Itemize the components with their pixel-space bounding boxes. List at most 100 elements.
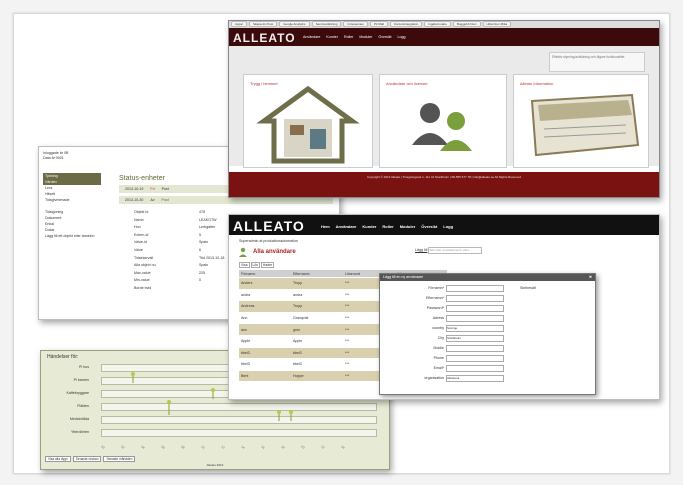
- card-trygg-i-hemmet[interactable]: Trygg i hemmet: [243, 74, 373, 168]
- table-cell: Hoppe: [291, 370, 343, 383]
- field-label: Objekt Id: [134, 210, 149, 214]
- date-flag: Av: [150, 198, 155, 202]
- menu-item[interactable]: Hem: [321, 224, 330, 229]
- screen-preview-icon: [530, 93, 640, 157]
- menu-item[interactable]: Kunder: [326, 35, 338, 39]
- add-link-label[interactable]: Lägg till: [415, 248, 427, 252]
- field-value[interactable]: Lerbgatter: [199, 224, 224, 232]
- event-marker: [289, 410, 293, 414]
- menu-item[interactable]: Översikt: [421, 224, 437, 229]
- card-alleato-information[interactable]: Alleato Information: [513, 74, 649, 168]
- menu-item[interactable]: Moduler: [400, 224, 416, 229]
- bookmark[interactable]: Intressenten: [343, 21, 368, 27]
- field-label: Namn: [134, 217, 144, 222]
- dashboard-body: Effektiv styrning/avbildning och tågare …: [229, 46, 659, 168]
- browser-bookmarks-bar: Appar Skapa din Post Google Analytics Samma…: [229, 21, 659, 28]
- menu-item[interactable]: Användare: [336, 224, 357, 229]
- filter-button[interactable]: Senaste månaden: [103, 456, 136, 462]
- add-user-modal: Lägg till en ny användare ✖ Skribesält Fö…: [379, 273, 596, 395]
- field-value[interactable]: LEAKGTW: [199, 217, 224, 225]
- bookmark[interactable]: Hitta Dom Mitta: [482, 21, 512, 27]
- add-user-link[interactable]: Lägg till Sök efter användarnamn eller..…: [415, 247, 483, 254]
- date-flag: Fri: [150, 187, 155, 191]
- data-line: Data är 0001: [43, 156, 64, 160]
- bookmark[interactable]: Ingaformulare: [424, 21, 451, 27]
- field-label: organisation: [424, 376, 444, 380]
- menu-item[interactable]: Roller: [344, 35, 353, 39]
- table-cell: bbel3: [239, 358, 291, 371]
- filter-tab[interactable]: Hader: [260, 262, 275, 268]
- alleato-logo[interactable]: ALLEATO: [233, 218, 305, 234]
- column-header[interactable]: Efternamn: [291, 270, 343, 278]
- table-cell: Andreas: [239, 300, 291, 313]
- house-icon: [256, 85, 360, 164]
- column-header[interactable]: Förnamn: [239, 270, 291, 278]
- field-value: 6: [199, 247, 201, 252]
- email-field[interactable]: [446, 365, 504, 372]
- card-anvandare-och-licenser[interactable]: Användare och licenser: [379, 74, 507, 168]
- filter-button[interactable]: Visa alla dygn: [45, 456, 71, 462]
- menu-item[interactable]: Översikt: [378, 35, 391, 39]
- field-label: Borde bvid: [134, 285, 152, 290]
- bookmark[interactable]: Google Analytics: [279, 21, 310, 27]
- search-input[interactable]: Sök efter användarnamn eller...: [428, 247, 483, 254]
- svg-text:22: 22: [320, 445, 325, 450]
- bookmark[interactable]: Skapa din Post: [249, 21, 278, 27]
- password-field[interactable]: [446, 305, 504, 312]
- svg-text:06: 06: [160, 445, 165, 450]
- menu-item[interactable]: Logg: [443, 224, 453, 229]
- field-label: Phone: [433, 356, 444, 360]
- field-value[interactable]: Spain: [199, 239, 224, 247]
- filter-tabs: Visa Lös Hader: [239, 262, 275, 268]
- menu-item[interactable]: Användare: [303, 35, 320, 39]
- country-select[interactable]: Sverige: [446, 325, 504, 332]
- svg-text:10: 10: [200, 445, 205, 450]
- menu-item[interactable]: Roller: [382, 224, 393, 229]
- city-select[interactable]: Stockholm: [446, 335, 504, 342]
- field-label: Value-id: [134, 240, 147, 245]
- table-cell: Ann: [239, 312, 291, 325]
- table-cell: Apple: [291, 335, 343, 348]
- date-value: 2013-10-30: [125, 198, 144, 202]
- lastname-field[interactable]: [446, 295, 504, 302]
- field-label: Hon: [134, 225, 141, 230]
- table-cell: ann: [239, 323, 291, 336]
- bookmark[interactable]: P2 Mall: [369, 21, 388, 27]
- svg-text:02: 02: [120, 445, 125, 450]
- alleato-logo[interactable]: ALLEATO: [233, 31, 296, 45]
- date-value: 2013-10-19: [125, 187, 144, 191]
- sidebar-item[interactable]: Lägg till ett objekt eller tamelon: [43, 233, 101, 239]
- field-value: 225: [199, 270, 205, 275]
- menu-item[interactable]: Kunder: [362, 224, 376, 229]
- field-label: Max-value: [134, 270, 151, 275]
- bookmark[interactable]: Kontorsintegration: [389, 21, 423, 27]
- field-label: Email*: [433, 366, 444, 370]
- menu-item[interactable]: Logg: [398, 35, 406, 39]
- address-field[interactable]: [446, 315, 504, 322]
- field-label: City: [437, 336, 444, 340]
- firstname-field[interactable]: [446, 285, 504, 292]
- field-labels: Objekt Id Namn Hon Extern-id Value-id Va…: [134, 209, 156, 293]
- table-cell: bbel3: [239, 347, 291, 360]
- table-cell: Apple: [239, 335, 291, 348]
- field-label: Tidsintervall: [134, 255, 154, 260]
- close-icon[interactable]: ✖: [589, 274, 592, 281]
- bookmark[interactable]: Appar: [231, 21, 248, 27]
- filter-button[interactable]: Senaste veckan: [72, 456, 102, 462]
- timeline-filter-buttons: Visa alla dygn Senaste veckan Senaste måna…: [45, 456, 137, 462]
- menu-item[interactable]: Moduler: [359, 35, 372, 39]
- svg-text:14: 14: [240, 445, 245, 450]
- bookmark[interactable]: Sammanfattning: [311, 21, 342, 27]
- organisation-select[interactable]: Alleatoca: [446, 375, 504, 382]
- phone-field[interactable]: [446, 355, 504, 362]
- users-icon: [412, 103, 472, 151]
- mobile-field[interactable]: [446, 345, 504, 352]
- footer-text: Copyright © 2013 Alleato | Tinsgwingsvia…: [366, 175, 522, 179]
- bookmark[interactable]: Boggjobb hisni: [452, 21, 481, 27]
- field-value[interactable]: Spain: [199, 262, 224, 270]
- filter-tab[interactable]: Lös: [250, 262, 260, 268]
- field-value[interactable]: 5: [199, 232, 224, 240]
- table-cell: Tropp: [291, 300, 343, 313]
- filter-tab[interactable]: Visa: [239, 262, 250, 268]
- modal-header: Lägg till en ny användare ✖: [380, 274, 595, 281]
